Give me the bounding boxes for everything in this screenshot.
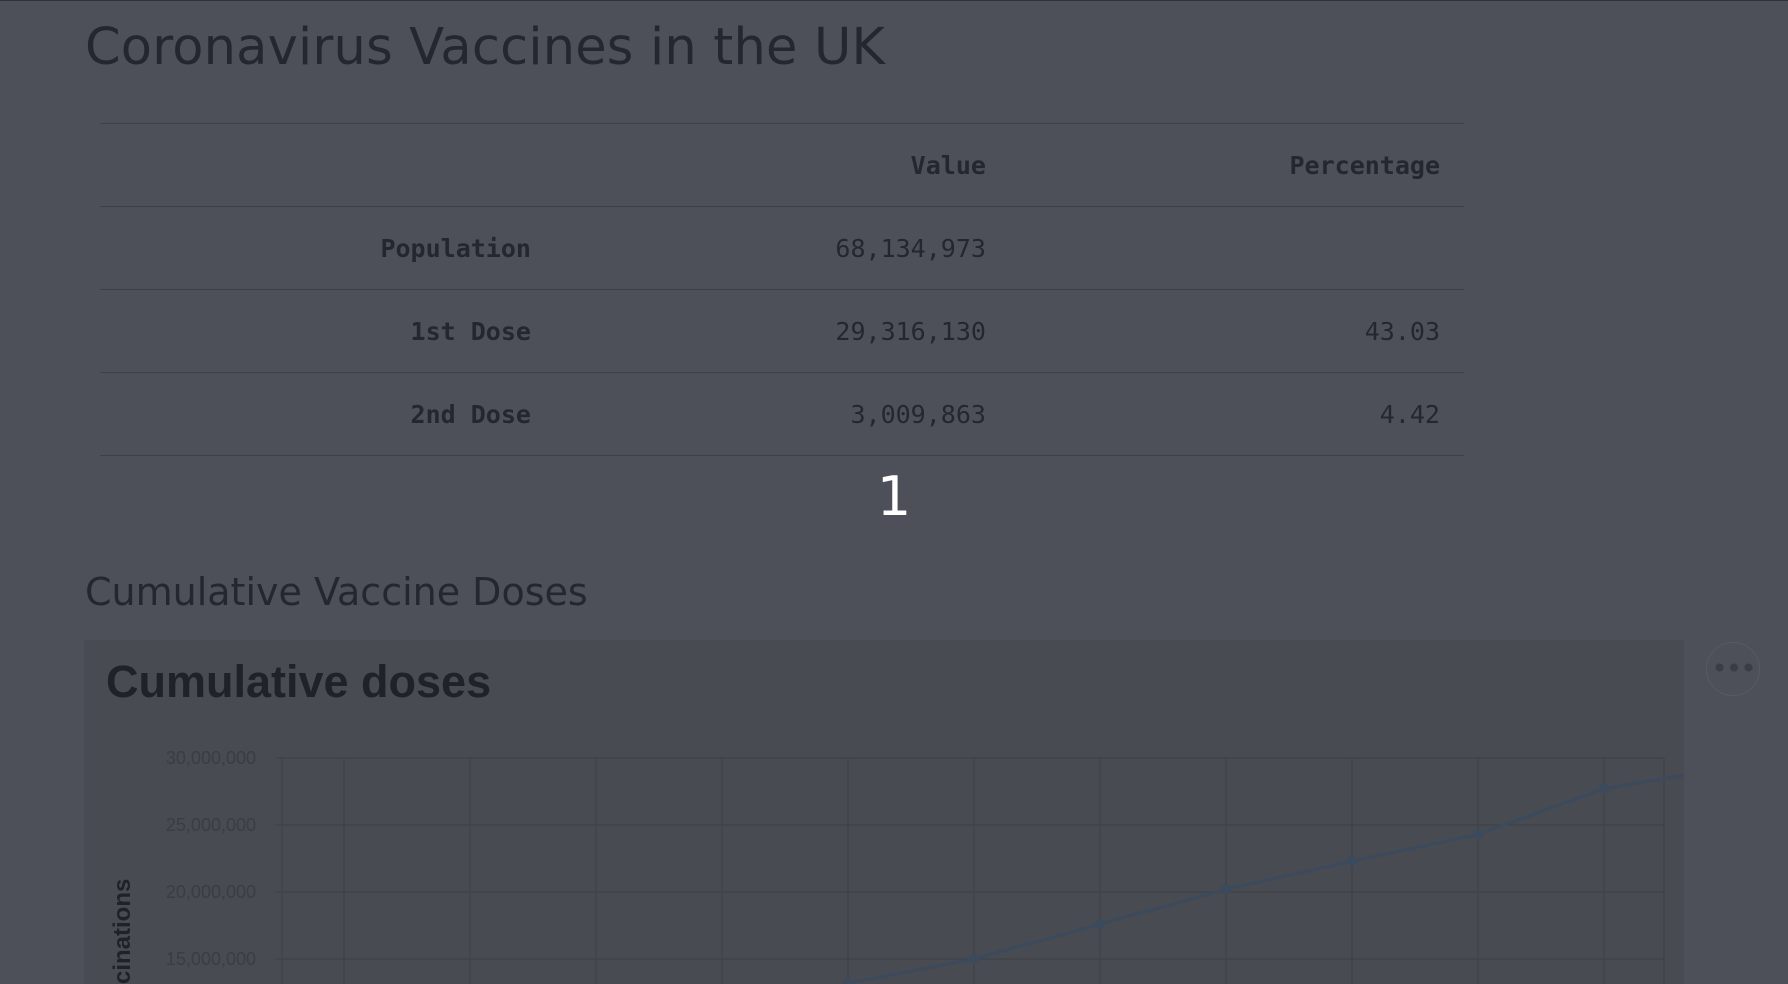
chart-canvas: Cumulative doses cinations 30,000,000 25,00… <box>106 656 1684 984</box>
table-header-row: Value Percentage <box>100 123 1464 207</box>
row-percentage: 4.42 <box>1009 372 1464 456</box>
top-border <box>0 0 1788 1</box>
row-value: 29,316,130 <box>554 289 1010 373</box>
header-percentage: Percentage <box>1009 123 1464 207</box>
data-point <box>1347 856 1357 867</box>
vaccine-summary-table: Value Percentage Population 68,134,973 1… <box>100 123 1464 456</box>
y-tick-label: 15,000,000 <box>166 949 256 969</box>
y-tick-label: 25,000,000 <box>166 815 256 835</box>
table-row: 1st Dose 29,316,130 43.03 <box>100 289 1464 373</box>
table-row: 2nd Dose 3,009,863 4.42 <box>100 372 1464 456</box>
table-caption: 1 <box>876 465 912 528</box>
chart-menu-button[interactable]: ••• <box>1706 642 1760 696</box>
section-heading: Cumulative Vaccine Doses <box>85 570 588 614</box>
y-tick-label: 20,000,000 <box>166 882 256 902</box>
row-value: 3,009,863 <box>554 372 1010 456</box>
y-axis-label: cinations <box>109 879 136 984</box>
data-point <box>1095 919 1105 930</box>
page-title: Coronavirus Vaccines in the UK <box>85 18 886 77</box>
data-point <box>969 954 979 964</box>
data-point <box>843 978 853 984</box>
row-value: 68,134,973 <box>554 206 1010 290</box>
ellipsis-icon: ••• <box>1711 652 1757 685</box>
header-blank <box>100 123 555 207</box>
row-percentage: 43.03 <box>1009 289 1464 373</box>
header-value: Value <box>554 123 1010 207</box>
cumulative-doses-chart: Cumulative doses cinations 30,000,000 25,00… <box>84 640 1684 984</box>
row-label: 2nd Dose <box>100 372 555 456</box>
y-tick-label: 30,000,000 <box>166 748 256 768</box>
row-percentage <box>1009 206 1464 290</box>
chart-title: Cumulative doses <box>106 656 491 707</box>
row-label: 1st Dose <box>100 289 555 373</box>
data-point <box>1599 783 1609 794</box>
data-point <box>1473 829 1483 840</box>
series-line <box>847 773 1684 984</box>
row-label: Population <box>100 206 555 290</box>
data-point <box>1221 884 1231 895</box>
table-row: Population 68,134,973 <box>100 206 1464 290</box>
